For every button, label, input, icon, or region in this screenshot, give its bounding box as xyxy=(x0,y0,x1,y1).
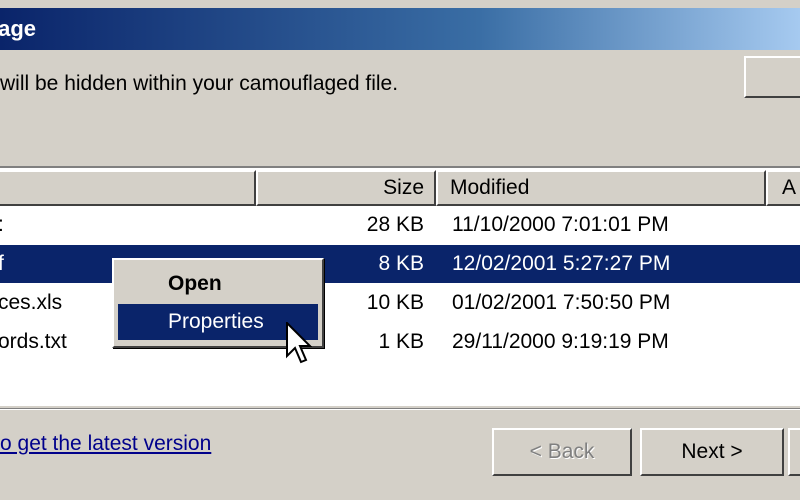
top-right-button[interactable] xyxy=(744,56,800,98)
mouse-pointer-icon xyxy=(286,322,312,364)
menu-item-properties-label: Properties xyxy=(168,310,264,333)
back-button[interactable]: < Back xyxy=(492,428,632,476)
column-header-modified[interactable]: Modified xyxy=(436,170,766,206)
file-modified: 29/11/2000 9:19:19 PM xyxy=(452,330,669,353)
file-name: ces.xls xyxy=(0,291,63,314)
file-name: ords.txt xyxy=(0,330,67,353)
column-header-name[interactable] xyxy=(0,170,256,206)
file-modified: 01/02/2001 7:50:50 PM xyxy=(452,291,671,314)
footer-separator xyxy=(0,408,800,410)
latest-version-link[interactable]: o get the latest version xyxy=(0,432,211,456)
file-modified: 12/02/2001 5:27:27 PM xyxy=(452,252,671,275)
file-row[interactable]: : 28 KB 11/10/2000 7:01:01 PM xyxy=(0,206,800,244)
file-size: 28 KB xyxy=(366,213,424,236)
title-bar[interactable]: lage xyxy=(0,8,800,50)
next-button[interactable]: Next > xyxy=(640,428,784,476)
description-text: will be hidden within your camouflaged f… xyxy=(0,72,399,95)
column-header-size[interactable]: Size xyxy=(256,170,436,206)
window-title: lage xyxy=(0,16,37,41)
cancel-button-partial[interactable] xyxy=(788,428,800,476)
menu-item-open-label: Open xyxy=(168,272,222,295)
file-name: : xyxy=(0,206,4,244)
file-modified: 11/10/2000 7:01:01 PM xyxy=(452,213,669,236)
file-name: f xyxy=(0,252,4,275)
menu-item-open[interactable]: Open xyxy=(118,266,318,302)
column-header-attributes[interactable]: A xyxy=(766,170,800,206)
